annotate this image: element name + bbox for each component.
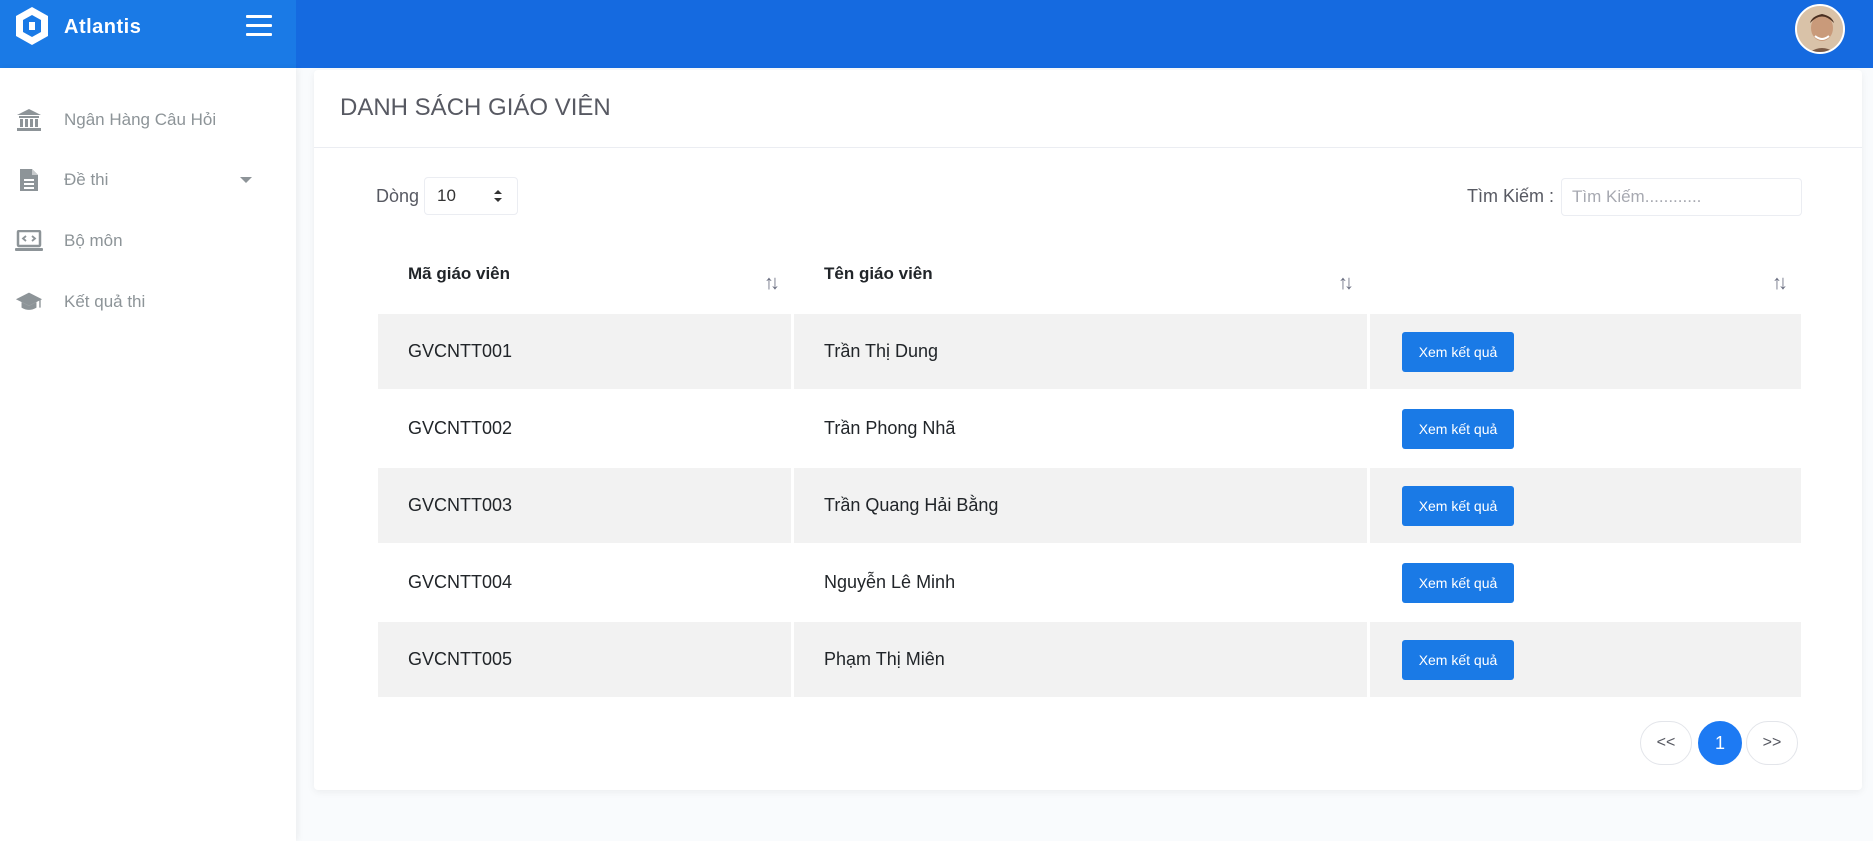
table-row: GVCNTT003 Trần Quang Hải Bằng Xem kết qu… bbox=[378, 468, 1801, 543]
column-header-label: Tên giáo viên bbox=[824, 264, 933, 283]
search-label: Tìm Kiếm : bbox=[1467, 186, 1555, 206]
top-navbar bbox=[296, 0, 1873, 68]
action-cell: Xem kết quả bbox=[1370, 314, 1801, 389]
table-row: GVCNTT004 Nguyễn Lê Minh Xem kết quả bbox=[378, 545, 1801, 620]
teacher-id-cell: GVCNTT004 bbox=[408, 572, 513, 592]
pagination-page-1[interactable]: 1 bbox=[1698, 721, 1742, 765]
select-arrows-icon bbox=[494, 190, 502, 202]
column-header-label: Mã giáo viên bbox=[408, 264, 511, 283]
laptop-code-icon bbox=[15, 228, 43, 254]
column-header-teacher-name[interactable]: Tên giáo viên ↑↓ bbox=[794, 260, 1367, 300]
sort-icon[interactable]: ↑↓ bbox=[764, 272, 780, 295]
rows-per-page-label: Dòng bbox=[376, 186, 420, 206]
teacher-id-cell: GVCNTT005 bbox=[378, 622, 791, 697]
rows-per-page-value: 10 bbox=[437, 186, 456, 205]
pagination-next-button[interactable]: >> bbox=[1746, 721, 1798, 765]
teacher-id-cell: GVCNTT003 bbox=[378, 468, 791, 543]
sidebar-item-label: Bộ môn bbox=[64, 231, 123, 250]
menu-toggle-icon[interactable] bbox=[246, 15, 272, 37]
app-name: Atlantis bbox=[64, 16, 142, 38]
sidebar: Ngân Hàng Câu Hỏi Đề thi Bộ môn Kết quả … bbox=[0, 68, 296, 841]
sidebar-item-label: Ngân Hàng Câu Hỏi bbox=[64, 110, 217, 129]
teacher-name-cell: Trần Phong Nhã bbox=[824, 418, 956, 438]
view-results-button[interactable]: Xem kết quả bbox=[1402, 562, 1514, 603]
table-row: GVCNTT002 Trần Phong Nhã Xem kết quả bbox=[378, 391, 1801, 466]
sidebar-item-exams[interactable]: Đề thi bbox=[0, 158, 296, 202]
pagination-prev-button[interactable]: << bbox=[1640, 721, 1692, 765]
teacher-name-cell: Trần Thị Dung bbox=[794, 314, 1367, 389]
view-results-button[interactable]: Xem kết quả bbox=[1402, 331, 1514, 372]
teacher-id-cell: GVCNTT002 bbox=[408, 418, 513, 438]
sidebar-item-label: Kết quả thi bbox=[64, 292, 146, 311]
bank-icon bbox=[15, 107, 43, 133]
column-header-teacher-id[interactable]: Mã giáo viên ↑↓ bbox=[378, 260, 791, 300]
search-input[interactable] bbox=[1561, 178, 1802, 216]
teacher-list-card: DANH SÁCH GIÁO VIÊN Dòng 10 Tìm Kiếm : M… bbox=[314, 70, 1862, 790]
view-results-button[interactable]: Xem kết quả bbox=[1402, 639, 1514, 680]
file-icon bbox=[15, 167, 43, 193]
page-title: DANH SÁCH GIÁO VIÊN bbox=[340, 94, 611, 121]
sort-icon[interactable]: ↑↓ bbox=[1772, 272, 1788, 295]
teacher-name-cell: Nguyễn Lê Minh bbox=[824, 572, 956, 592]
atlantis-logo-icon bbox=[16, 7, 48, 45]
logo-bar: Atlantis bbox=[0, 0, 296, 68]
card-header: DANH SÁCH GIÁO VIÊN bbox=[314, 70, 1862, 148]
action-cell: Xem kết quả bbox=[1370, 391, 1801, 466]
sidebar-item-exam-results[interactable]: Kết quả thi bbox=[0, 280, 296, 324]
view-results-button[interactable]: Xem kết quả bbox=[1402, 408, 1514, 449]
rows-per-page-select[interactable]: 10 bbox=[424, 177, 518, 215]
sort-icon[interactable]: ↑↓ bbox=[1338, 272, 1354, 295]
teacher-id-cell: GVCNTT001 bbox=[378, 314, 791, 389]
sidebar-item-question-bank[interactable]: Ngân Hàng Câu Hỏi bbox=[0, 98, 296, 142]
column-header-action[interactable]: ↑↓ bbox=[1370, 260, 1801, 300]
action-cell: Xem kết quả bbox=[1370, 468, 1801, 543]
sidebar-item-label: Đề thi bbox=[64, 170, 109, 189]
sidebar-item-subjects[interactable]: Bộ môn bbox=[0, 219, 296, 263]
action-cell: Xem kết quả bbox=[1370, 545, 1801, 620]
view-results-button[interactable]: Xem kết quả bbox=[1402, 485, 1514, 526]
table-row: GVCNTT005 Phạm Thị Miên Xem kết quả bbox=[378, 622, 1801, 697]
caret-down-icon bbox=[240, 177, 252, 183]
table-row: GVCNTT001 Trần Thị Dung Xem kết quả bbox=[378, 314, 1801, 389]
teacher-name-cell: Trần Quang Hải Bằng bbox=[794, 468, 1367, 543]
action-cell: Xem kết quả bbox=[1370, 622, 1801, 697]
teacher-name-cell: Phạm Thị Miên bbox=[794, 622, 1367, 697]
user-avatar[interactable] bbox=[1795, 4, 1845, 54]
graduation-cap-icon bbox=[15, 289, 43, 315]
avatar-image bbox=[1797, 6, 1843, 52]
